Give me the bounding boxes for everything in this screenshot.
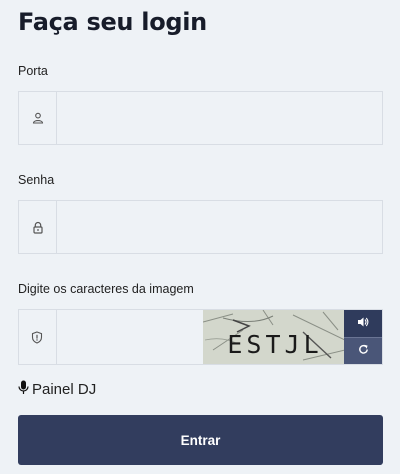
password-input[interactable] <box>57 201 382 253</box>
port-field-group <box>18 91 383 145</box>
captcha-input[interactable] <box>56 310 203 364</box>
port-label: Porta <box>18 64 48 78</box>
captcha-text: ESTJL <box>227 330 322 359</box>
password-field-group <box>18 200 383 254</box>
port-input[interactable] <box>57 92 382 144</box>
page-title: Faça seu login <box>18 8 207 36</box>
login-button[interactable]: Entrar <box>18 415 383 465</box>
password-label: Senha <box>18 173 55 187</box>
speaker-icon <box>357 314 369 332</box>
lock-icon <box>19 201 57 253</box>
user-icon <box>19 92 57 144</box>
captcha-image: ESTJL <box>202 310 345 364</box>
captcha-label: Digite os caracteres da imagem <box>18 282 194 296</box>
shield-icon <box>19 310 57 364</box>
captcha-controls <box>344 310 382 364</box>
dj-panel-link[interactable]: Painel DJ <box>18 380 96 399</box>
microphone-icon <box>18 380 29 399</box>
dj-panel-label: Painel DJ <box>32 381 97 398</box>
captcha-field-group: ESTJL <box>18 309 383 365</box>
refresh-icon <box>358 342 369 360</box>
captcha-audio-button[interactable] <box>344 310 382 337</box>
captcha-refresh-button[interactable] <box>344 336 382 364</box>
